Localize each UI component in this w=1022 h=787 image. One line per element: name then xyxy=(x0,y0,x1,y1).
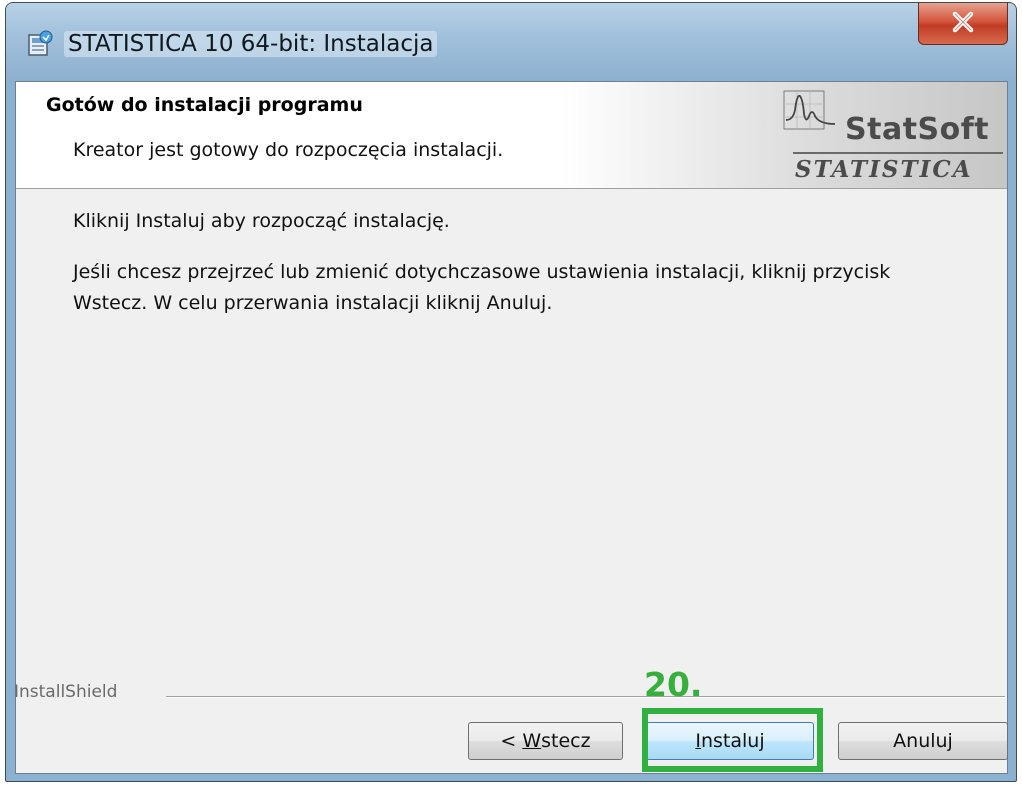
close-button[interactable] xyxy=(918,3,1008,45)
back-button-prefix: < xyxy=(500,730,523,752)
cancel-button-label: Anuluj xyxy=(893,730,953,752)
installshield-brand: InstallShield xyxy=(14,682,118,702)
cancel-button[interactable]: Anuluj xyxy=(838,722,1008,760)
instruction-text: Kliknij Instaluj aby rozpocząć instalacj… xyxy=(73,210,450,232)
title-bar[interactable]: STATISTICA 10 64-bit: Instalacja xyxy=(6,3,1016,81)
install-button[interactable]: Instaluj xyxy=(646,722,814,760)
back-button-mnemonic: W xyxy=(522,730,542,752)
statsoft-logo: StatSoft STATISTICA xyxy=(781,88,1011,183)
back-button-label: stecz xyxy=(541,730,591,752)
logo-divider xyxy=(793,152,1003,154)
statsoft-chart-icon xyxy=(783,90,841,132)
close-icon xyxy=(950,11,976,37)
install-button-label: nstaluj xyxy=(700,730,765,752)
footer-divider xyxy=(166,696,1005,698)
window-title: STATISTICA 10 64-bit: Instalacja xyxy=(64,31,438,57)
logo-wordmark-statistica: STATISTICA xyxy=(795,156,973,183)
installer-icon xyxy=(26,29,54,59)
dialog-client-area: Gotów do instalacji programu Kreator jes… xyxy=(14,81,1008,774)
page-title: Gotów do instalacji programu xyxy=(46,94,363,116)
installer-window: STATISTICA 10 64-bit: Instalacja Gotów d… xyxy=(5,2,1017,782)
dialog-header: Gotów do instalacji programu Kreator jes… xyxy=(16,82,1007,189)
back-button[interactable]: < Wstecz xyxy=(468,722,623,760)
step-annotation: 20. xyxy=(644,665,703,704)
page-subtitle: Kreator jest gotowy do rozpoczęcia insta… xyxy=(73,139,504,161)
logo-wordmark-statsoft: StatSoft xyxy=(845,112,990,147)
info-text: Jeśli chcesz przejrzeć lub zmienić dotyc… xyxy=(73,261,891,314)
